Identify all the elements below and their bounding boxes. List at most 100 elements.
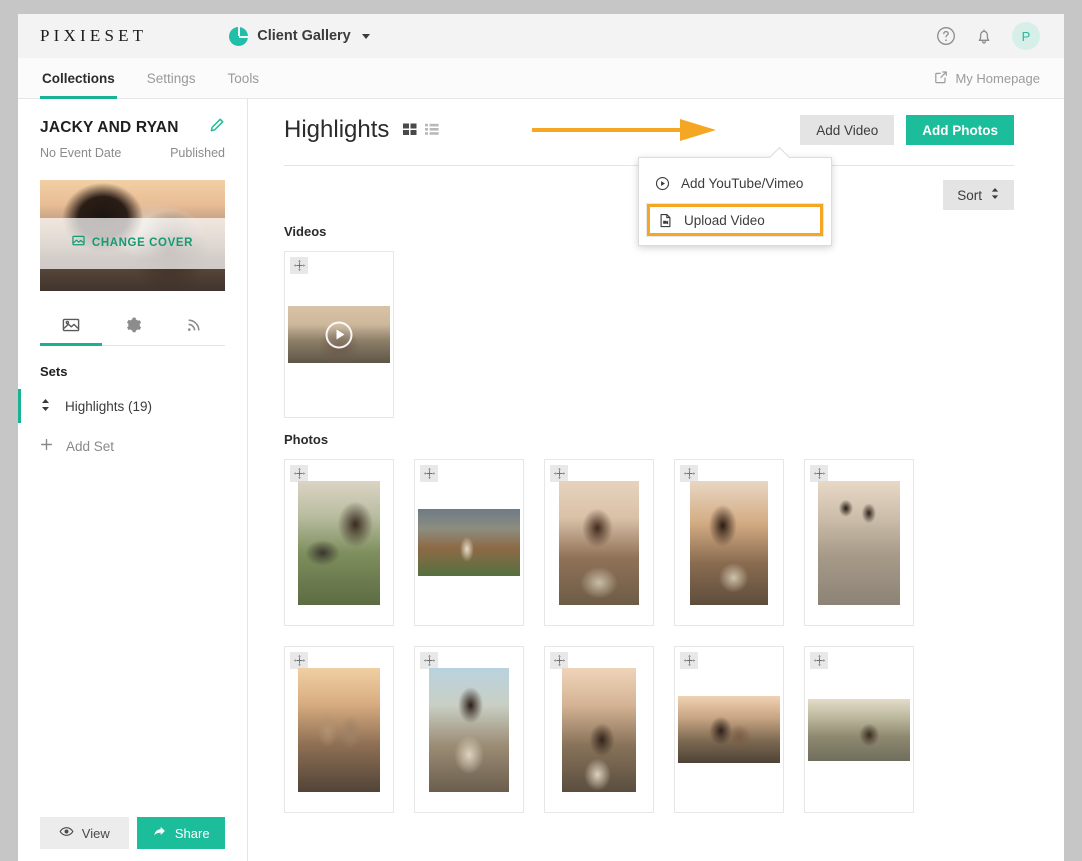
pencil-icon[interactable] [209,117,225,138]
avatar-initial: P [1021,28,1031,44]
image-icon [72,234,85,252]
sort-updown-icon [990,187,1000,203]
help-circle-icon[interactable] [936,26,956,46]
add-video-dropdown: Add YouTube/Vimeo Upload Video [638,157,832,246]
event-date: No Event Date [40,146,122,160]
grid-view-icon[interactable] [403,122,418,142]
sort-button-label: Sort [957,187,982,203]
photo-tile[interactable] [414,646,524,813]
collection-meta: No Event Date Published [40,146,225,160]
drag-handle-icon[interactable] [550,465,568,482]
photo-thumbnail[interactable] [690,480,768,605]
photo-tile[interactable] [674,459,784,626]
avatar[interactable]: P [1012,22,1040,50]
play-circle-icon [655,176,670,191]
external-link-icon [934,70,948,87]
product-switcher[interactable]: Client Gallery [229,26,370,46]
tab-collections[interactable]: Collections [40,58,117,99]
video-file-icon [658,213,673,228]
gear-icon [124,316,142,339]
menu-item-upload-video[interactable]: Upload Video [646,203,824,237]
cover-image[interactable]: CHANGE COVER [40,180,225,291]
photo-thumbnail[interactable] [298,667,380,792]
pixieset-brand-logo[interactable]: PIXIESET [40,26,147,46]
add-video-button[interactable]: Add Video [800,115,895,145]
sidebar-item-label: Highlights (19) [65,398,153,414]
view-toggle-group [403,122,440,142]
photos-section-label: Photos [284,432,329,447]
photo-thumbnail[interactable] [298,480,380,605]
photo-tile[interactable] [544,646,654,813]
photo-thumbnail[interactable] [418,509,520,576]
sidebar-footer: View Share [40,817,225,849]
chevron-down-icon [361,33,370,39]
drag-handle-icon[interactable] [550,652,568,669]
drag-handle-icon[interactable] [680,465,698,482]
sort-handle-icon[interactable] [40,398,51,415]
photo-tile[interactable] [804,459,914,626]
sidebar-tab-rss[interactable] [163,309,225,345]
view-button[interactable]: View [40,817,129,849]
videos-grid [284,251,1014,418]
rss-icon [185,316,203,339]
bell-icon[interactable] [974,26,994,46]
tab-settings[interactable]: Settings [145,58,198,98]
product-switcher-label: Client Gallery [257,28,351,44]
drag-handle-icon[interactable] [420,652,438,669]
add-photos-button[interactable]: Add Photos [906,115,1014,145]
view-label: View [81,825,110,841]
top-bar-actions: P [936,22,1040,50]
list-view-icon[interactable] [425,122,440,142]
photo-thumbnail[interactable] [562,667,636,792]
collection-title: JACKY AND RYAN [40,118,179,136]
video-thumbnail[interactable] [288,306,390,363]
photo-tile[interactable] [414,459,524,626]
drag-handle-icon[interactable] [290,652,308,669]
sets-label: Sets [40,364,68,379]
photo-tile[interactable] [284,459,394,626]
share-button[interactable]: Share [136,817,225,849]
eye-icon [59,824,74,842]
menu-item-add-youtube-vimeo[interactable]: Add YouTube/Vimeo [639,168,831,199]
drag-handle-icon[interactable] [420,465,438,482]
pixieset-logo-icon [229,26,249,46]
photo-tile[interactable] [544,459,654,626]
photo-tile[interactable] [804,646,914,813]
photo-tile[interactable] [674,646,784,813]
collection-header: JACKY AND RYAN [40,117,225,138]
photos-grid [284,459,1014,813]
my-homepage-link[interactable]: My Homepage [934,58,1040,98]
plus-icon [40,438,53,454]
header-actions: Add Video Add Photos [800,115,1014,145]
drag-handle-icon[interactable] [290,257,308,274]
photo-thumbnail[interactable] [559,480,639,605]
photo-thumbnail[interactable] [429,667,509,792]
drag-handle-icon[interactable] [290,465,308,482]
drag-handle-icon[interactable] [680,652,698,669]
photo-tile[interactable] [284,646,394,813]
photo-thumbnail[interactable] [808,698,910,761]
share-arrow-icon [152,824,167,842]
main-content: Highlights Add Video Add Photos Add YouT… [248,99,1064,861]
sidebar-tab-settings[interactable] [102,309,164,345]
drag-handle-icon[interactable] [810,652,828,669]
page-body: JACKY AND RYAN No Event Date Published C… [18,99,1064,861]
photo-thumbnail[interactable] [818,480,900,605]
photo-thumbnail[interactable] [678,696,780,763]
sidebar-tab-photos[interactable] [40,309,102,346]
change-cover-label: CHANGE COVER [91,237,194,250]
change-cover-button[interactable]: CHANGE COVER [40,217,225,269]
add-set-label: Add Set [66,438,115,454]
video-tile[interactable] [284,251,394,418]
app-window: PIXIESET Client Gallery P Collections Se… [18,14,1064,861]
sidebar-item-highlights[interactable]: Highlights (19) [18,389,225,423]
sort-button[interactable]: Sort [943,180,1014,210]
tab-tools[interactable]: Tools [226,58,262,98]
add-set-button[interactable]: Add Set [40,429,225,463]
menu-item-label: Add YouTube/Vimeo [681,176,804,191]
status-badge: Published [170,146,225,160]
share-label: Share [174,825,210,841]
my-homepage-label: My Homepage [955,70,1040,86]
drag-handle-icon[interactable] [810,465,828,482]
photos-icon [62,316,80,339]
